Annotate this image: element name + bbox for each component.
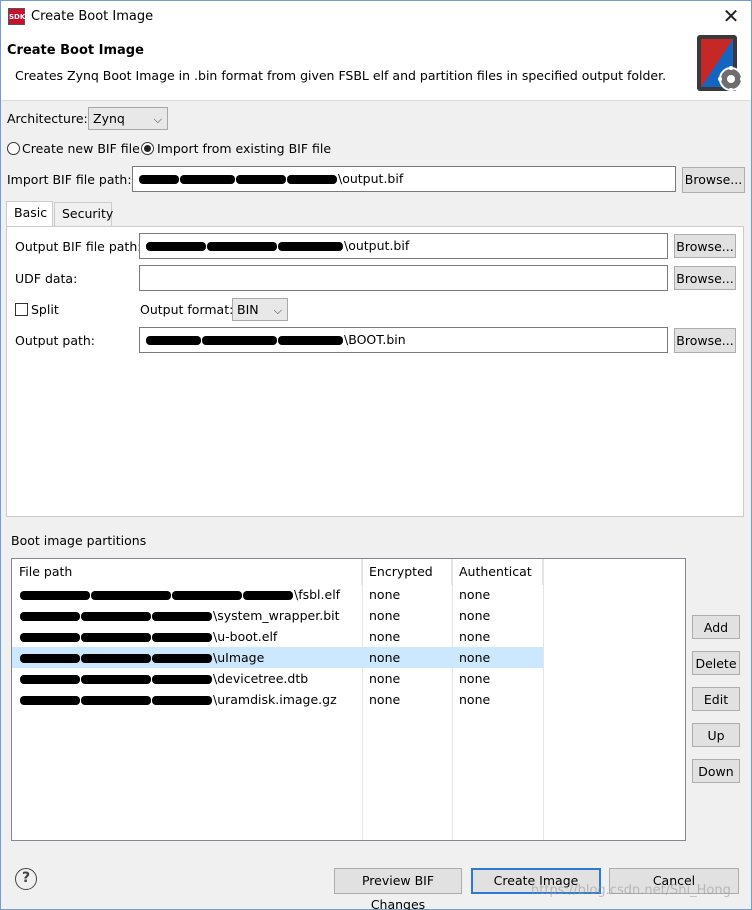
move-down-button[interactable]: Down: [692, 759, 740, 783]
create-boot-image-dialog: SDK Create Boot Image ✕ Create Boot Imag…: [0, 0, 752, 910]
authenticated-cell: none: [459, 587, 491, 602]
create-new-bif-radio[interactable]: [7, 142, 20, 155]
file-path-cell: \uramdisk.image.gz: [20, 689, 360, 710]
encrypted-cell: none: [369, 692, 401, 707]
udf-data-label: UDF data:: [15, 271, 78, 286]
udf-data-input[interactable]: [139, 265, 668, 291]
import-bif-radio[interactable]: [141, 142, 154, 155]
file-path-cell: \uImage: [20, 647, 360, 668]
table-row[interactable]: \devicetree.dtb none none: [12, 668, 543, 689]
file-path-cell: \system_wrapper.bit: [20, 605, 360, 626]
split-label[interactable]: Split: [31, 302, 59, 317]
table-row-selected[interactable]: \uImage none none: [12, 647, 543, 668]
architecture-value: Zynq: [93, 111, 125, 126]
encrypted-cell: none: [369, 629, 401, 644]
encrypted-cell: none: [369, 608, 401, 623]
tab-security[interactable]: Security: [54, 202, 113, 226]
table-row[interactable]: \uramdisk.image.gz none none: [12, 689, 543, 710]
output-path-input[interactable]: \BOOT.bin: [139, 327, 668, 353]
output-bif-browse-button[interactable]: Browse...: [674, 234, 736, 258]
encrypted-cell: none: [369, 650, 401, 665]
authenticated-cell: none: [459, 608, 491, 623]
column-header-file-path[interactable]: File path: [12, 559, 362, 585]
authenticated-cell: none: [459, 692, 491, 707]
chevron-down-icon: ⌵: [273, 304, 282, 317]
file-path-cell: \u-boot.elf: [20, 626, 360, 647]
edit-partition-button[interactable]: Edit: [692, 687, 740, 711]
help-icon[interactable]: ?: [15, 868, 37, 890]
output-format-label: Output format:: [140, 302, 234, 317]
output-path-browse-button[interactable]: Browse...: [674, 328, 736, 353]
authenticated-cell: none: [459, 650, 491, 665]
header-description: Creates Zynq Boot Image in .bin format f…: [15, 68, 667, 83]
encrypted-cell: none: [369, 671, 401, 686]
window-title: Create Boot Image: [31, 9, 154, 24]
move-up-button[interactable]: Up: [692, 723, 740, 747]
file-path-cell: \fsbl.elf: [20, 584, 360, 605]
encrypted-cell: none: [369, 587, 401, 602]
import-bif-path-value: \output.bif: [338, 171, 404, 186]
title-bar: SDK Create Boot Image ✕: [1, 1, 751, 31]
create-new-bif-label[interactable]: Create new BIF file: [22, 141, 140, 156]
watermark-text: https://blog.csdn.net/Shi_Hong: [531, 883, 731, 898]
table-row[interactable]: \system_wrapper.bit none none: [12, 605, 543, 626]
authenticated-cell: none: [459, 629, 491, 644]
partitions-table: File path Encrypted Authenticat \fsbl.el…: [11, 558, 686, 841]
table-row[interactable]: \fsbl.elf none none: [12, 584, 543, 605]
header-title: Create Boot Image: [7, 43, 144, 58]
chevron-down-icon: ⌵: [153, 113, 162, 126]
tab-basic[interactable]: Basic: [6, 201, 53, 226]
import-bif-label[interactable]: Import from existing BIF file: [157, 141, 331, 156]
output-bif-path-input[interactable]: \output.bif: [139, 233, 668, 259]
import-bif-path-input[interactable]: \output.bif: [132, 166, 676, 192]
split-checkbox[interactable]: [15, 303, 28, 316]
boot-image-partitions-label: Boot image partitions: [11, 533, 147, 548]
preview-bif-changes-button[interactable]: Preview BIF Changes: [334, 868, 462, 910]
architecture-select[interactable]: Zynq ⌵: [88, 107, 168, 130]
boot-image-gear-icon: [697, 35, 744, 92]
output-path-value: \BOOT.bin: [344, 332, 406, 347]
import-bif-path-label: Import BIF file path:: [7, 172, 132, 187]
file-path-cell: \devicetree.dtb: [20, 668, 360, 689]
dialog-header: Create Boot Image Creates Zynq Boot Imag…: [1, 31, 751, 101]
output-bif-path-value: \output.bif: [344, 238, 410, 253]
close-icon[interactable]: ✕: [719, 4, 743, 28]
column-header-encrypted[interactable]: Encrypted: [362, 559, 452, 585]
output-bif-path-label: Output BIF file path:: [15, 239, 142, 254]
delete-partition-button[interactable]: Delete: [692, 651, 740, 675]
architecture-label: Architecture:: [7, 111, 88, 126]
output-path-label: Output path:: [15, 333, 96, 348]
import-bif-browse-button[interactable]: Browse...: [682, 167, 745, 193]
column-header-authenticated[interactable]: Authenticat: [452, 559, 543, 585]
output-format-value: BIN: [237, 302, 259, 317]
table-row[interactable]: \u-boot.elf none none: [12, 626, 543, 647]
sdk-app-icon: SDK: [8, 8, 25, 25]
output-format-select[interactable]: BIN ⌵: [232, 298, 288, 321]
udf-data-browse-button[interactable]: Browse...: [674, 266, 736, 290]
add-partition-button[interactable]: Add: [692, 615, 740, 639]
authenticated-cell: none: [459, 671, 491, 686]
